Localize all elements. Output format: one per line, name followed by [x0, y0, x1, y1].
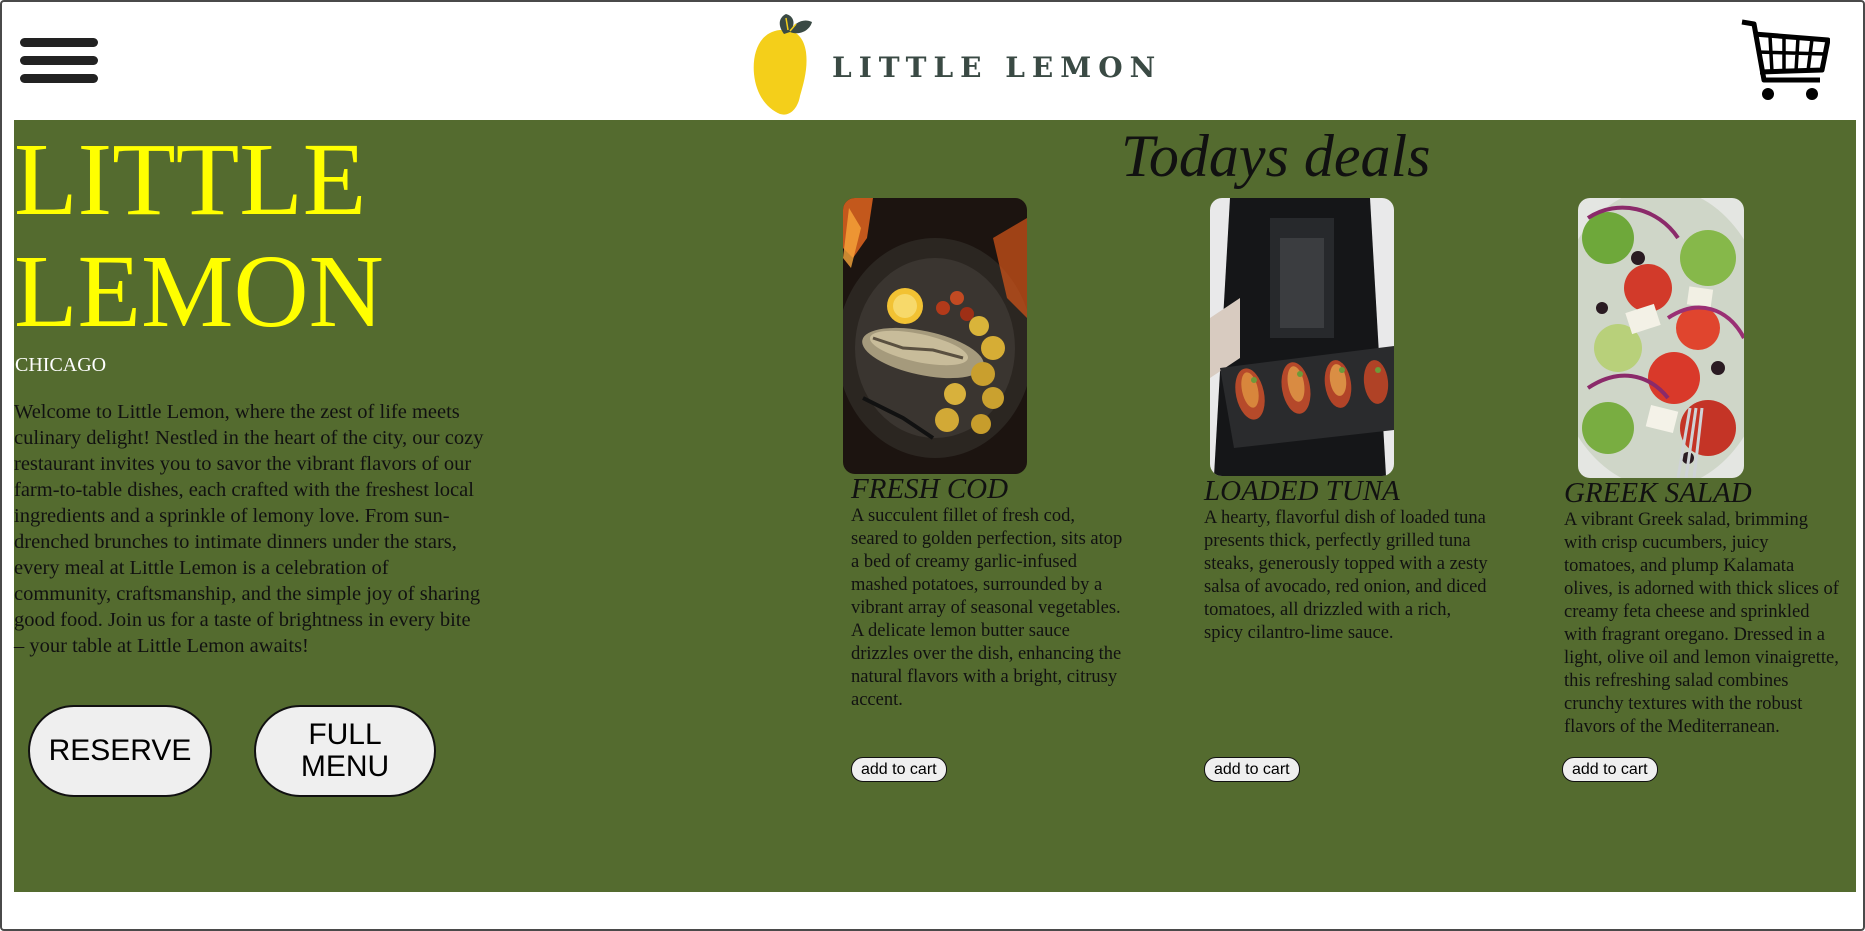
site-logo[interactable]: LITTLE LEMON: [750, 12, 1162, 116]
hero-description: Welcome to Little Lemon, where the zest …: [14, 401, 484, 657]
add-to-cart-button[interactable]: add to cart: [1204, 757, 1300, 782]
add-to-cart-button[interactable]: add to cart: [1562, 757, 1658, 782]
hero-title-line1: LITTLE: [14, 122, 367, 237]
full-menu-label-line2: MENU: [300, 750, 390, 783]
hero-title: LITTLE LEMON: [14, 124, 494, 348]
fresh-cod-image: [843, 198, 1027, 474]
full-menu-label-line1: FULL: [308, 718, 382, 751]
deal-name: LOADED TUNA: [1204, 475, 1400, 507]
deal-card-fresh-cod: FRESH COD A succulent fillet of fresh co…: [843, 198, 1123, 712]
hero-city: CHICAGO: [15, 354, 107, 376]
hero-section: LITTLE LEMON CHICAGO Welcome to Little L…: [14, 120, 494, 659]
greek-salad-image: [1578, 198, 1744, 478]
brand-name: LITTLE LEMON: [832, 50, 1163, 84]
add-to-cart-button[interactable]: add to cart: [851, 757, 947, 782]
hamburger-menu-icon[interactable]: [20, 38, 100, 88]
deal-description: A vibrant Greek salad, brimming with cri…: [1564, 510, 1839, 737]
deal-description: A succulent fillet of fresh cod, seared …: [851, 506, 1123, 710]
full-menu-button[interactable]: FULL MENU: [254, 705, 436, 797]
deal-description: A hearty, flavorful dish of loaded tuna …: [1204, 508, 1488, 643]
lemon-logo-icon: [753, 14, 812, 115]
site-header: LITTLE LEMON: [2, 2, 1863, 120]
deal-name: GREEK SALAD: [1564, 477, 1752, 509]
deal-card-greek-salad: GREEK SALAD A vibrant Greek salad, brimm…: [1564, 198, 1858, 739]
shopping-cart-icon[interactable]: [1740, 14, 1830, 104]
main-content: LITTLE LEMON CHICAGO Welcome to Little L…: [14, 120, 1856, 892]
hero-title-line2: LEMON: [14, 234, 384, 349]
deal-card-loaded-tuna: LOADED TUNA A hearty, flavorful dish of …: [1204, 198, 1490, 645]
deals-title: Todays deals: [1121, 123, 1431, 189]
deal-name: FRESH COD: [851, 473, 1009, 505]
reserve-button[interactable]: RESERVE: [28, 705, 212, 797]
loaded-tuna-image: [1210, 198, 1394, 476]
